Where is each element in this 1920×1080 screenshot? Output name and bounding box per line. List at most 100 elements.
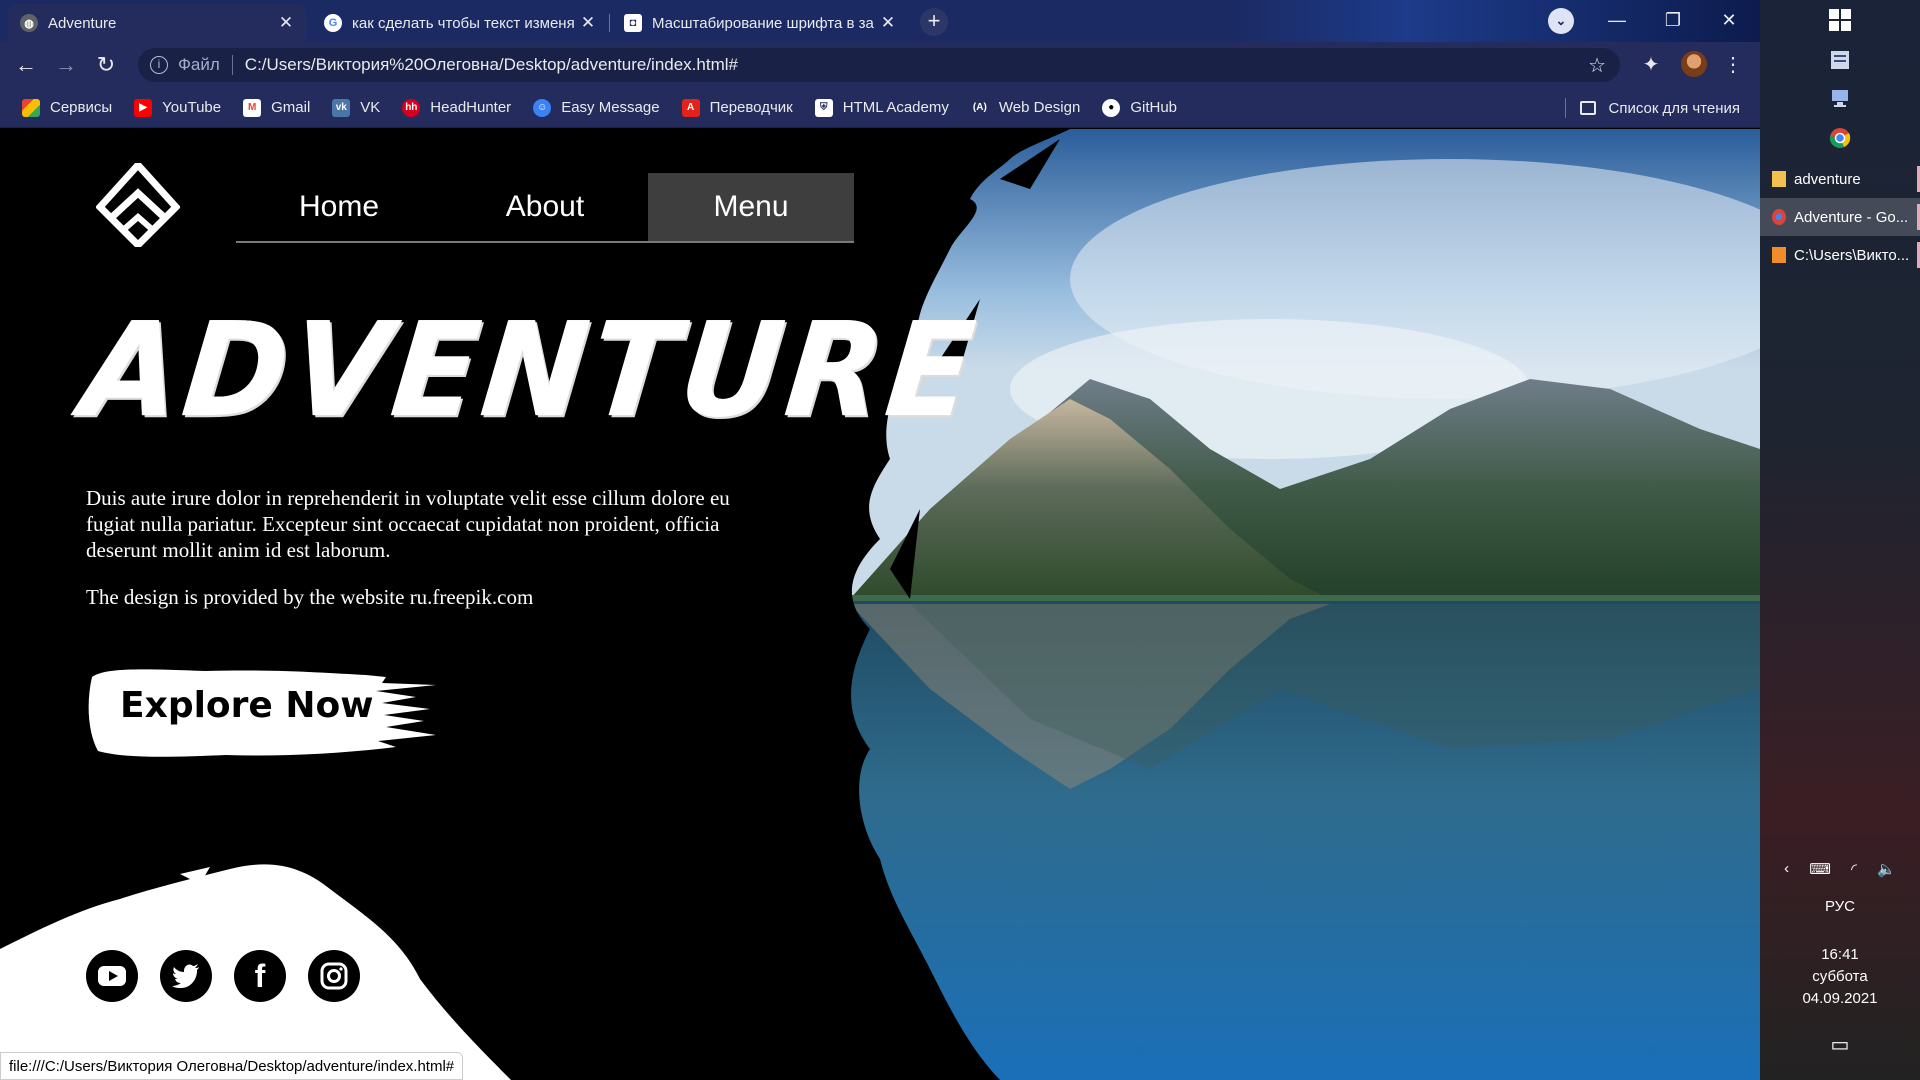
social-brush-shape bbox=[0, 864, 512, 1080]
tab-adventure[interactable]: ◍ Adventure ✕ bbox=[8, 4, 306, 42]
html-academy-icon: ⛨ bbox=[814, 98, 833, 117]
bookmark-label: YouTube bbox=[162, 99, 222, 116]
address-bar[interactable]: i Файл C:/Users/Виктория%20Олеговна/Desk… bbox=[138, 48, 1620, 82]
vk-icon: vk bbox=[332, 98, 351, 117]
bookmark-star-icon[interactable]: ☆ bbox=[1588, 53, 1606, 78]
bookmark-web-design[interactable]: (A) Web Design bbox=[971, 99, 1080, 117]
nav-menu[interactable]: Menu bbox=[648, 173, 854, 241]
scheme-label: Файл bbox=[178, 55, 220, 74]
url-text[interactable]: C:/Users/Виктория%20Олеговна/Desktop/adv… bbox=[245, 55, 738, 75]
language-indicator[interactable]: РУС bbox=[1760, 898, 1920, 915]
bookmark-youtube[interactable]: ▶ YouTube bbox=[134, 98, 222, 117]
facebook-icon: f bbox=[254, 957, 266, 994]
tab-separator bbox=[609, 14, 610, 32]
close-tab-icon[interactable]: ✕ bbox=[580, 13, 596, 33]
youtube-social-icon[interactable] bbox=[86, 950, 138, 1002]
easy-message-icon: ☺ bbox=[533, 98, 552, 117]
bookmark-gmail[interactable]: M Gmail bbox=[243, 98, 311, 117]
taskbar-item-label: C:\Users\Викто... bbox=[1794, 246, 1910, 264]
design-credit: The design is provided by the website ru… bbox=[86, 585, 533, 610]
clock-day: суббота bbox=[1812, 968, 1868, 985]
tab-title: Масштабирование шрифта в за bbox=[652, 14, 874, 32]
restore-icon[interactable]: ❐ bbox=[1650, 4, 1696, 36]
task-view-icon[interactable] bbox=[1826, 46, 1854, 74]
notifications-icon[interactable]: ▭ bbox=[1760, 1032, 1920, 1057]
hero-title: ADVENTURE bbox=[76, 295, 986, 447]
tab-title: как сделать чтобы текст изменя bbox=[352, 14, 575, 32]
nav-about[interactable]: About bbox=[442, 173, 648, 241]
translator-icon: A bbox=[681, 98, 700, 117]
reading-list-button[interactable]: Список для чтения bbox=[1565, 88, 1740, 128]
bookmark-label: Переводчик bbox=[709, 99, 793, 116]
tray-expand-icon[interactable]: ‹ bbox=[1784, 860, 1789, 878]
bookmark-label: Gmail bbox=[271, 99, 311, 116]
bookmarks-bar: Сервисы ▶ YouTube M Gmail vk VK hh HeadH… bbox=[0, 88, 1760, 128]
bookmark-label: Web Design bbox=[998, 99, 1081, 116]
nav-home[interactable]: Home bbox=[236, 173, 442, 241]
minimize-icon[interactable]: — bbox=[1594, 4, 1640, 36]
tray-input-icon[interactable]: ⌨ bbox=[1809, 860, 1831, 878]
windows-start-icon[interactable] bbox=[1826, 6, 1854, 34]
bookmark-label: HTML Academy bbox=[842, 99, 949, 116]
globe-icon: ◍ bbox=[20, 14, 38, 32]
bookmark-headhunter[interactable]: hh HeadHunter bbox=[402, 98, 512, 117]
clock-time[interactable]: 16:41 bbox=[1760, 946, 1920, 963]
chrome-pinned-icon[interactable] bbox=[1826, 124, 1854, 152]
page-icon: ◘ bbox=[624, 14, 642, 32]
tab-title: Adventure bbox=[48, 14, 117, 32]
forward-icon[interactable]: → bbox=[50, 49, 82, 81]
extensions-icon[interactable]: ✦ bbox=[1636, 50, 1666, 80]
tab-google-search[interactable]: G как сделать чтобы текст изменя ✕ bbox=[312, 4, 608, 42]
bookmark-label: GitHub bbox=[1130, 99, 1177, 116]
bookmark-translator[interactable]: A Переводчик bbox=[681, 98, 793, 117]
credit-prefix: The design is provided by the website bbox=[86, 585, 410, 609]
facebook-social-icon[interactable]: f bbox=[234, 950, 286, 1002]
bookmark-github[interactable]: ● GitHub bbox=[1102, 98, 1177, 117]
reload-icon[interactable]: ↻ bbox=[90, 49, 122, 81]
reading-list-label: Список для чтения bbox=[1608, 99, 1740, 117]
bookmark-vk[interactable]: vk VK bbox=[332, 98, 380, 117]
close-window-icon[interactable]: ✕ bbox=[1706, 4, 1752, 36]
bookmark-services[interactable]: Сервисы bbox=[22, 98, 113, 117]
twitter-social-icon[interactable] bbox=[160, 950, 212, 1002]
youtube-icon: ▶ bbox=[134, 98, 153, 117]
taskbar-item-label: adventure bbox=[1794, 170, 1861, 188]
network-computer-icon[interactable] bbox=[1826, 84, 1854, 112]
bookmark-label: HeadHunter bbox=[430, 99, 512, 116]
explore-now-button[interactable]: Explore Now bbox=[120, 685, 373, 726]
taskbar-item-chrome[interactable]: Adventure - Go... bbox=[1760, 198, 1920, 236]
taskbar-item-sublime[interactable]: C:\Users\Викто... bbox=[1760, 236, 1920, 274]
browser-toolbar: ← → ↻ i Файл C:/Users/Виктория%20Олеговн… bbox=[0, 42, 1760, 88]
more-menu-icon[interactable]: ⋮ bbox=[1718, 50, 1748, 80]
landscape-photo bbox=[850, 129, 1760, 1080]
hero-description: Duis aute irure dolor in reprehenderit i… bbox=[86, 486, 730, 562]
reading-list-icon bbox=[1580, 101, 1597, 115]
tab-font-scaling[interactable]: ◘ Масштабирование шрифта в за ✕ bbox=[612, 4, 908, 42]
wifi-icon[interactable]: ◜ bbox=[1851, 860, 1857, 878]
site-info-icon[interactable]: i bbox=[150, 56, 168, 74]
system-tray: ‹ ⌨ ◜ 🔈 bbox=[1760, 860, 1920, 878]
close-tab-icon[interactable]: ✕ bbox=[278, 13, 294, 33]
avatar[interactable] bbox=[1681, 51, 1707, 77]
page-viewport: Home About Menu ADVENTURE Duis aute irur… bbox=[0, 129, 1760, 1080]
youtube-icon bbox=[98, 966, 126, 986]
instagram-icon bbox=[320, 962, 348, 990]
windows-taskbar: adventure Adventure - Go... C:\Users\Вик… bbox=[1760, 0, 1920, 1080]
gmail-icon: M bbox=[243, 98, 262, 117]
freepik-link[interactable]: ru.freepik.com bbox=[410, 585, 534, 609]
sublime-icon bbox=[1772, 247, 1786, 263]
chrome-icon bbox=[1772, 209, 1786, 225]
tab-strip: ◍ Adventure ✕ G как сделать чтобы текст … bbox=[0, 0, 1760, 42]
bookmark-easy-message[interactable]: ☺ Easy Message bbox=[533, 98, 660, 117]
github-icon: ● bbox=[1102, 98, 1121, 117]
bookmark-html-academy[interactable]: ⛨ HTML Academy bbox=[814, 98, 949, 117]
bookmark-label: Сервисы bbox=[50, 99, 113, 116]
new-tab-button[interactable]: + bbox=[920, 8, 948, 36]
brand-logo-icon[interactable] bbox=[96, 163, 180, 247]
tab-search-icon[interactable]: ⌄ bbox=[1548, 8, 1574, 34]
volume-icon[interactable]: 🔈 bbox=[1877, 860, 1896, 878]
instagram-social-icon[interactable] bbox=[308, 950, 360, 1002]
close-tab-icon[interactable]: ✕ bbox=[880, 13, 896, 33]
back-icon[interactable]: ← bbox=[10, 49, 42, 81]
taskbar-item-adventure-folder[interactable]: adventure bbox=[1760, 160, 1920, 198]
